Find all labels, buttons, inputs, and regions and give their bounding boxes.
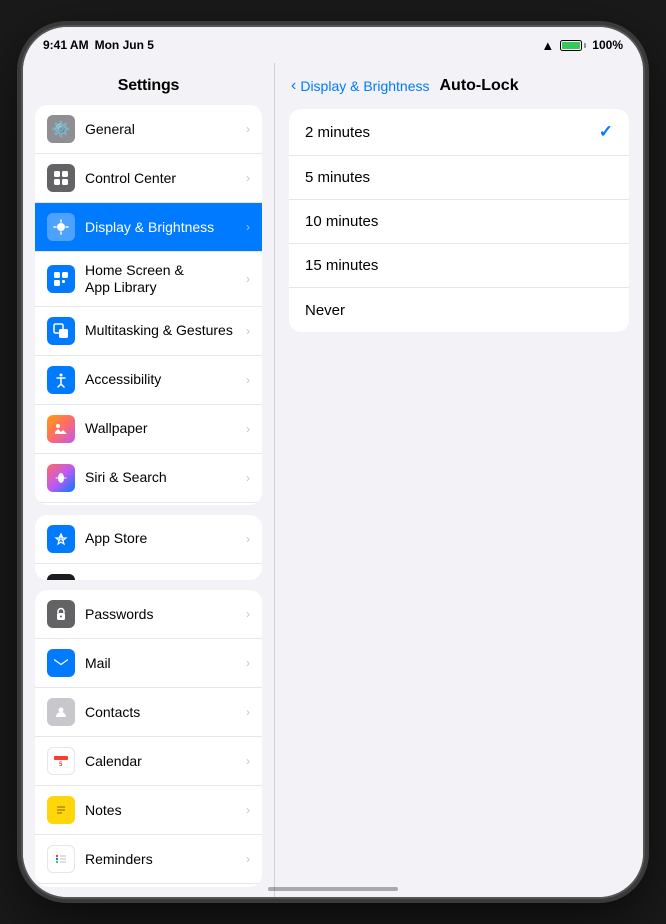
sidebar-item-mail[interactable]: Mail › [35, 639, 262, 688]
wallet-icon [47, 574, 75, 580]
right-title: Auto-Lock [440, 77, 519, 95]
sidebar-item-reminders[interactable]: Reminders › [35, 835, 262, 884]
ipad-frame: 9:41 AM Mon Jun 5 ▲ 100% Settings ⚙️ Gen… [23, 27, 643, 897]
contacts-label: Contacts [85, 704, 140, 721]
option-10min[interactable]: 10 minutes [289, 200, 629, 244]
right-panel: ‹ Display & Brightness Auto-Lock 2 minut… [275, 63, 643, 897]
sidebar-item-accessibility[interactable]: Accessibility › [35, 356, 262, 405]
general-icon: ⚙️ [47, 115, 75, 143]
right-header: ‹ Display & Brightness Auto-Lock [275, 63, 643, 105]
option-never[interactable]: Never [289, 288, 629, 332]
chevron-icon: › [246, 220, 250, 234]
chevron-icon: › [246, 656, 250, 670]
chevron-icon: › [246, 272, 250, 286]
home-indicator [268, 887, 398, 891]
sidebar-section-store: A App Store › Wallet › [35, 515, 262, 580]
option-label: 15 minutes [305, 257, 378, 274]
sidebar-item-wallet[interactable]: Wallet › [35, 564, 262, 580]
sidebar-section-system: ⚙️ General › Control Center › Display & … [35, 105, 262, 505]
status-left: 9:41 AM Mon Jun 5 [43, 38, 154, 52]
sidebar-item-wallpaper[interactable]: Wallpaper › [35, 405, 262, 454]
wallet-label: Wallet [85, 579, 123, 580]
svg-text:A: A [59, 536, 64, 543]
chevron-icon: › [246, 607, 250, 621]
accessibility-label: Accessibility [85, 371, 161, 388]
back-chevron-icon: ‹ [291, 77, 296, 95]
reminders-icon [47, 845, 75, 873]
mail-label: Mail [85, 655, 111, 672]
auto-lock-options: 2 minutes ✓ 5 minutes 10 minutes 15 minu… [289, 109, 629, 332]
multitasking-icon [47, 317, 75, 345]
wallpaper-label: Wallpaper [85, 420, 148, 437]
accessibility-icon [47, 366, 75, 394]
sidebar-title: Settings [23, 63, 274, 105]
sidebar-item-contacts[interactable]: Contacts › [35, 688, 262, 737]
option-label: 2 minutes [305, 124, 370, 141]
sidebar-item-control-center[interactable]: Control Center › [35, 154, 262, 203]
display-icon [47, 213, 75, 241]
control-center-label: Control Center [85, 170, 176, 187]
option-label: Never [305, 302, 345, 319]
sidebar-item-pencil[interactable]: Apple Pencil › [35, 503, 262, 505]
option-label: 10 minutes [305, 213, 378, 230]
sidebar-item-homescreen[interactable]: Home Screen &App Library › [35, 252, 262, 307]
wifi-icon: ▲ [541, 38, 554, 53]
battery-percentage: 100% [592, 38, 623, 52]
chevron-icon: › [246, 373, 250, 387]
status-right: ▲ 100% [541, 38, 623, 53]
sidebar-item-passwords[interactable]: Passwords › [35, 590, 262, 639]
option-5min[interactable]: 5 minutes [289, 156, 629, 200]
sidebar-item-display[interactable]: Display & Brightness › [35, 203, 262, 252]
option-2min[interactable]: 2 minutes ✓ [289, 109, 629, 156]
control-center-icon [47, 164, 75, 192]
chevron-icon: › [246, 122, 250, 136]
status-bar: 9:41 AM Mon Jun 5 ▲ 100% [23, 27, 643, 63]
sidebar-section-apps: Passwords › Mail › Contacts › [35, 590, 262, 887]
sidebar-item-siri[interactable]: Siri & Search › [35, 454, 262, 503]
calendar-icon: 5 [47, 747, 75, 775]
sidebar-item-freeform[interactable]: Freeform › [35, 884, 262, 887]
notes-icon [47, 796, 75, 824]
chevron-icon: › [246, 754, 250, 768]
passwords-label: Passwords [85, 606, 153, 623]
check-mark-icon: ✓ [599, 122, 613, 142]
chevron-icon: › [246, 171, 250, 185]
back-link[interactable]: Display & Brightness [300, 78, 429, 94]
siri-icon [47, 464, 75, 492]
appstore-icon: A [47, 525, 75, 553]
chevron-icon: › [246, 803, 250, 817]
chevron-icon: › [246, 422, 250, 436]
homescreen-label: Home Screen &App Library [85, 262, 184, 296]
siri-label: Siri & Search [85, 469, 167, 486]
sidebar-item-notes[interactable]: Notes › [35, 786, 262, 835]
sidebar-item-general[interactable]: ⚙️ General › [35, 105, 262, 154]
mail-icon [47, 649, 75, 677]
wallpaper-icon [47, 415, 75, 443]
sidebar-item-appstore[interactable]: A App Store › [35, 515, 262, 564]
chevron-icon: › [246, 852, 250, 866]
sidebar-item-multitasking[interactable]: Multitasking & Gestures › [35, 307, 262, 356]
notes-label: Notes [85, 802, 122, 819]
appstore-label: App Store [85, 530, 147, 547]
main-layout: Settings ⚙️ General › Control Center › [23, 63, 643, 897]
reminders-label: Reminders [85, 851, 153, 868]
option-15min[interactable]: 15 minutes [289, 244, 629, 288]
battery-indicator [560, 40, 586, 51]
option-label: 5 minutes [305, 169, 370, 186]
chevron-icon: › [246, 532, 250, 546]
status-time: 9:41 AM [43, 38, 89, 52]
multitasking-label: Multitasking & Gestures [85, 322, 233, 339]
chevron-icon: › [246, 324, 250, 338]
calendar-label: Calendar [85, 753, 142, 770]
chevron-icon: › [246, 471, 250, 485]
contacts-icon [47, 698, 75, 726]
status-date: Mon Jun 5 [95, 38, 154, 52]
sidebar-item-calendar[interactable]: 5 Calendar › [35, 737, 262, 786]
chevron-icon: › [246, 705, 250, 719]
display-label: Display & Brightness [85, 219, 214, 236]
passwords-icon [47, 600, 75, 628]
general-label: General [85, 121, 135, 138]
sidebar: Settings ⚙️ General › Control Center › [23, 63, 275, 897]
homescreen-icon [47, 265, 75, 293]
